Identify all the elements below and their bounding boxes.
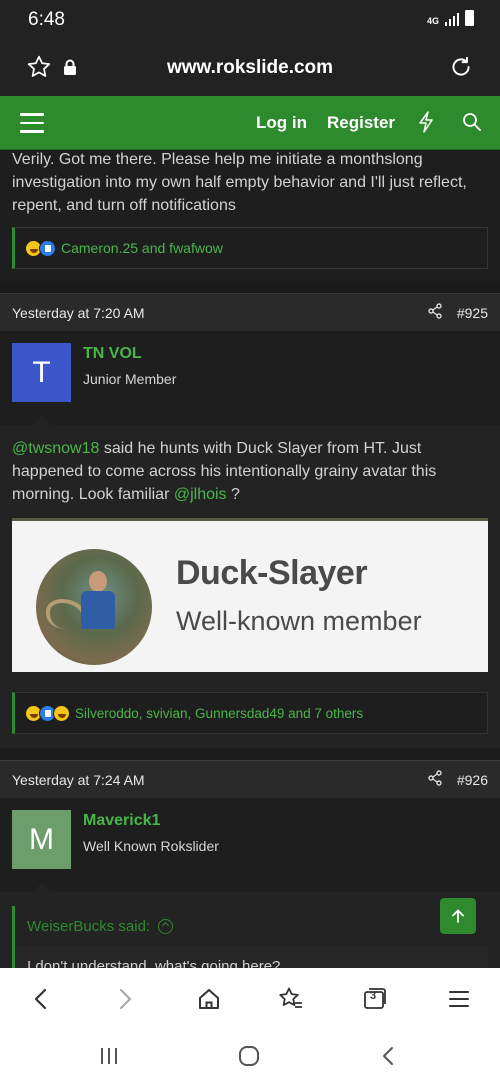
jump-to-quote-icon[interactable] bbox=[158, 918, 174, 934]
user-title: Well Known Rokslider bbox=[83, 838, 219, 854]
home-icon[interactable] bbox=[192, 982, 226, 1016]
post-prev: Verily. Got me there. Please help me ini… bbox=[0, 150, 500, 281]
bookmarks-star-icon[interactable] bbox=[274, 982, 308, 1016]
embed-wrap: Duck-Slayer Well-known member bbox=[0, 518, 500, 692]
post-text-segment: ? bbox=[226, 486, 240, 503]
quote-block: WeiserBucks said: I don't understand, wh… bbox=[12, 906, 488, 968]
home-nav-icon[interactable] bbox=[237, 1044, 261, 1068]
quote-header[interactable]: WeiserBucks said: bbox=[15, 906, 488, 946]
status-time: 6:48 bbox=[28, 9, 65, 30]
share-icon[interactable] bbox=[427, 303, 443, 322]
username[interactable]: TN VOL bbox=[83, 345, 142, 363]
reaction-bar[interactable]: Silveroddo, svivian, Gunnersdad49 and 7 … bbox=[12, 692, 488, 734]
back-icon[interactable] bbox=[24, 982, 58, 1016]
forward-icon[interactable] bbox=[108, 982, 142, 1016]
reaction-wrap: Silveroddo, svivian, Gunnersdad49 and 7 … bbox=[0, 692, 500, 748]
post-number[interactable]: #925 bbox=[457, 305, 488, 321]
post-number[interactable]: #926 bbox=[457, 772, 488, 788]
user-title: Junior Member bbox=[83, 371, 177, 387]
site-nav: Log in Register bbox=[0, 96, 500, 150]
scroll-to-top-button[interactable] bbox=[440, 898, 476, 934]
post-time[interactable]: Yesterday at 7:20 AM bbox=[12, 305, 145, 321]
menu-icon[interactable] bbox=[442, 982, 476, 1016]
post-926: Yesterday at 7:24 AM #926 M Maverick1 We… bbox=[0, 760, 500, 968]
mention-link[interactable]: @twsnow18 bbox=[12, 440, 99, 457]
laugh-reaction-icon bbox=[53, 704, 70, 722]
quote-text: I don't understand, what's going here? bbox=[15, 946, 488, 968]
signal-icon bbox=[445, 12, 459, 26]
browser-url-bar: www.rokslide.com bbox=[0, 38, 500, 96]
whats-new-bolt-icon[interactable] bbox=[418, 111, 434, 138]
share-icon[interactable] bbox=[427, 770, 443, 789]
tabs-button[interactable]: 3 bbox=[358, 982, 392, 1016]
login-link[interactable]: Log in bbox=[256, 113, 307, 133]
embed-user-title: Well-known member bbox=[176, 606, 422, 636]
back-nav-icon[interactable] bbox=[380, 1044, 396, 1068]
post-body: @twsnow18 said he hunts with Duck Slayer… bbox=[0, 425, 500, 518]
like-reaction-icon bbox=[39, 239, 56, 257]
thread-content: Verily. Got me there. Please help me ini… bbox=[0, 150, 500, 968]
system-indicators: 4G bbox=[427, 10, 474, 26]
arrow-up-icon bbox=[452, 909, 464, 923]
duck-slayer-avatar-photo bbox=[36, 549, 152, 665]
post-body: WeiserBucks said: I don't understand, wh… bbox=[0, 892, 500, 968]
post-header: Yesterday at 7:20 AM #925 bbox=[0, 293, 500, 331]
reaction-users[interactable]: Silveroddo, svivian, Gunnersdad49 and 7 … bbox=[75, 706, 363, 721]
tab-count: 3 bbox=[369, 990, 377, 1002]
url-text[interactable]: www.rokslide.com bbox=[0, 57, 500, 79]
battery-icon bbox=[465, 10, 474, 26]
embedded-image[interactable]: Duck-Slayer Well-known member bbox=[12, 518, 488, 672]
mention-link[interactable]: @jlhois bbox=[174, 486, 227, 503]
post-text: @twsnow18 said he hunts with Duck Slayer… bbox=[12, 437, 488, 506]
status-bar: 6:48 4G bbox=[0, 0, 500, 38]
quote-author[interactable]: WeiserBucks said: bbox=[27, 918, 150, 935]
avatar[interactable]: M bbox=[12, 810, 71, 869]
username[interactable]: Maverick1 bbox=[83, 812, 160, 830]
register-link[interactable]: Register bbox=[327, 113, 395, 133]
user-info: M Maverick1 Well Known Rokslider bbox=[0, 798, 500, 893]
hamburger-menu-icon[interactable] bbox=[20, 113, 44, 133]
post-time[interactable]: Yesterday at 7:24 AM bbox=[12, 772, 145, 788]
reaction-users[interactable]: Cameron.25 and fwafwow bbox=[61, 240, 223, 256]
recent-apps-icon[interactable] bbox=[98, 1044, 120, 1068]
post-header: Yesterday at 7:24 AM #926 bbox=[0, 760, 500, 798]
embed-username: Duck-Slayer bbox=[176, 554, 368, 592]
post-text: Verily. Got me there. Please help me ini… bbox=[12, 151, 467, 214]
post-925: Yesterday at 7:20 AM #925 T TN VOL Junio… bbox=[0, 293, 500, 748]
search-icon[interactable] bbox=[462, 112, 482, 137]
browser-toolbar: 3 bbox=[0, 968, 500, 1028]
avatar[interactable]: T bbox=[12, 343, 71, 402]
message-arrow bbox=[32, 416, 52, 426]
network-type: 4G bbox=[426, 16, 439, 26]
reload-icon[interactable] bbox=[448, 54, 474, 85]
system-nav-bar bbox=[0, 1028, 500, 1084]
user-info: T TN VOL Junior Member bbox=[0, 331, 500, 426]
message-arrow bbox=[32, 883, 52, 893]
reaction-bar[interactable]: Cameron.25 and fwafwow bbox=[12, 227, 488, 269]
